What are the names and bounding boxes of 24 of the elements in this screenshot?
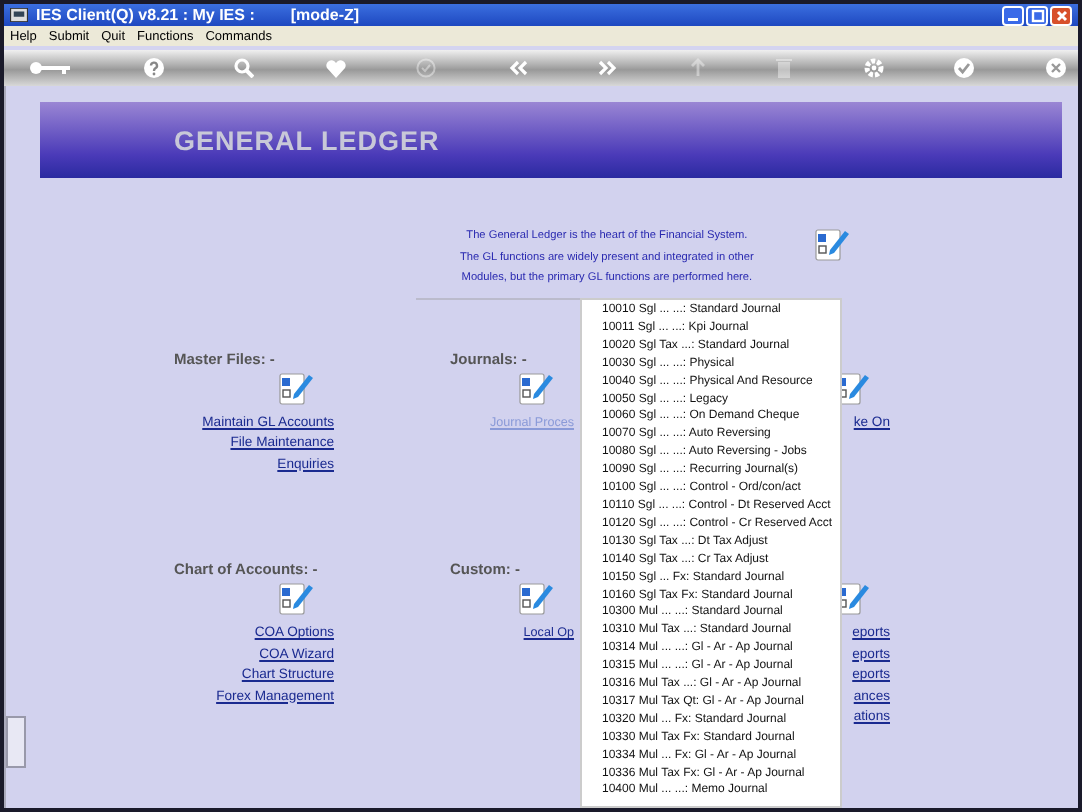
maximize-icon [1029, 7, 1045, 23]
checklist-pencil-icon[interactable] [278, 580, 314, 616]
checklist-pencil-icon [813, 226, 850, 262]
checklist-pencil-icon[interactable] [518, 369, 554, 405]
window-title: IES Client(Q) v8.21 : My IES : [36, 6, 255, 24]
search-icon[interactable] [234, 58, 255, 78]
checklist-pencil-icon[interactable] [278, 369, 314, 405]
minimize-button[interactable] [1002, 5, 1024, 25]
back-icon[interactable] [507, 60, 528, 76]
gear-icon[interactable] [863, 58, 884, 78]
app-icon [10, 8, 28, 22]
close-icon [1053, 7, 1069, 23]
key-icon[interactable] [28, 60, 72, 76]
maximize-button[interactable] [1026, 5, 1048, 25]
close-icon[interactable] [1045, 58, 1066, 78]
help-icon[interactable] [143, 58, 164, 78]
close-button[interactable] [1050, 5, 1072, 25]
checklist-pencil-icon[interactable] [518, 580, 554, 616]
side-tab[interactable] [6, 716, 26, 768]
mode-label: [mode-Z] [290, 6, 360, 24]
check-icon[interactable] [954, 58, 975, 78]
heart-icon[interactable] [325, 59, 346, 77]
page-title: GENERAL LEDGER [174, 125, 440, 155]
forward-icon[interactable] [598, 60, 619, 76]
